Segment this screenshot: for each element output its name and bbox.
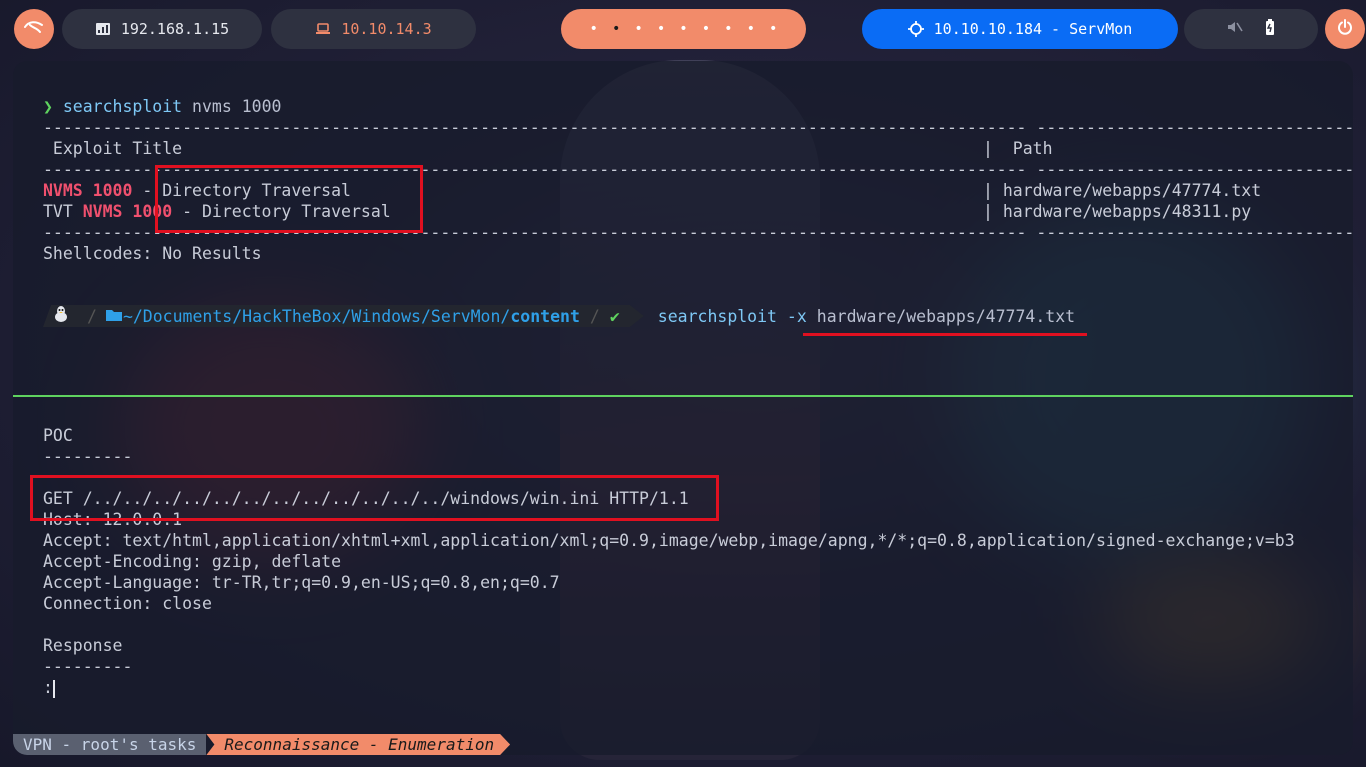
- monitor-icon: [95, 22, 111, 36]
- workspace-8[interactable]: •: [747, 21, 755, 37]
- poc-dashes: ---------: [43, 447, 133, 466]
- folder-icon: [105, 307, 123, 326]
- muted-speaker-icon[interactable]: [1227, 20, 1243, 38]
- command-name: searchsploit: [62, 97, 183, 116]
- crosshair-icon: [907, 21, 924, 37]
- workspace-4[interactable]: •: [657, 21, 665, 37]
- pager-prompt[interactable]: :: [43, 677, 55, 698]
- tux-icon: [53, 305, 69, 327]
- local-ip-pill: 192.168.1.15: [62, 9, 262, 49]
- text-cursor: [52, 679, 55, 698]
- power-button[interactable]: [1325, 9, 1365, 49]
- workspace-7[interactable]: •: [724, 21, 732, 37]
- highlight-box-request: [30, 475, 719, 521]
- terminal-window[interactable]: ❯ searchsploit nvms 1000 ---------------…: [13, 61, 1353, 755]
- segment-divider: /: [87, 306, 97, 326]
- header-title: Exploit Title: [43, 139, 183, 158]
- command-args: nvms 1000: [192, 97, 282, 116]
- encoding-line: Accept-Encoding: gzip, deflate: [43, 552, 342, 571]
- highlight-box-results: [155, 165, 423, 233]
- result-path-2: | hardware/webapps/48311.py: [983, 202, 1252, 221]
- kali-menu-button[interactable]: [14, 9, 54, 49]
- battery-icon[interactable]: [1265, 19, 1275, 39]
- status-check-icon: ✔: [609, 306, 620, 326]
- prompt-arrow: ❯: [43, 97, 53, 116]
- connection-line: Connection: close: [43, 594, 212, 613]
- window-name: Reconnaissance - Enumeration: [224, 735, 495, 754]
- accept-line: Accept: text/html,application/xhtml+xml,…: [43, 531, 1295, 550]
- command-2-arg: hardware/webapps/47774.txt: [816, 306, 1076, 326]
- row-match: NVMS 1000: [43, 181, 133, 200]
- prompt-os-segment: [43, 305, 77, 327]
- pane-divider: [13, 395, 1353, 397]
- shell-prompt: / ~/Documents/HackTheBox/Windows/ServMon…: [43, 304, 1075, 328]
- dashes-right: ---------------------------------: [1036, 118, 1353, 137]
- prompt-path-segment: / ~/Documents/HackTheBox/Windows/ServMon…: [77, 305, 630, 327]
- workspace-1[interactable]: •: [590, 21, 598, 37]
- result-path-1: | hardware/webapps/47774.txt: [983, 181, 1262, 200]
- underline-command-arg: [803, 333, 1087, 336]
- prompt-path: ~/Documents/HackTheBox/Windows/ServMon/: [122, 306, 511, 326]
- command-2: searchsploit -x: [657, 306, 807, 326]
- vpn-ip-pill: 10.10.14.3: [271, 9, 476, 49]
- language-line: Accept-Language: tr-TR,tr;q=0.9,en-US;q=…: [43, 573, 560, 592]
- active-window-tab[interactable]: Reconnaissance - Enumeration: [206, 734, 510, 755]
- workspace-2[interactable]: •: [612, 21, 620, 37]
- workspace-9[interactable]: •: [769, 21, 777, 37]
- segment-divider: /: [589, 306, 600, 326]
- header-path-col: | Path: [983, 138, 1053, 159]
- header-path: Path: [992, 139, 1053, 158]
- kali-dragon-icon: [24, 19, 44, 39]
- system-tray: [1184, 9, 1318, 49]
- response-dashes: ---------: [43, 657, 133, 676]
- workspace-5[interactable]: •: [679, 21, 687, 37]
- response-title: Response: [43, 636, 123, 655]
- row-prefix: TVT: [43, 202, 83, 221]
- top-bar: 192.168.1.15 10.10.14.3 • • • • • • • • …: [0, 9, 1366, 49]
- poc-title: POC: [43, 426, 73, 445]
- tmux-status-bar: VPN - root's tasks Reconnaissance - Enum…: [13, 734, 510, 755]
- separator-top: ----------------------------------------…: [43, 117, 1353, 138]
- header-separator: |: [983, 139, 993, 158]
- prompt-current-dir: content: [510, 306, 580, 326]
- dashes-right: ---------------------------------: [1036, 160, 1353, 179]
- local-ip-text: 192.168.1.15: [120, 20, 230, 38]
- workspace-switcher[interactable]: • • • • • • • • •: [561, 9, 806, 49]
- prompt-end-arrow: [629, 305, 644, 327]
- dashes-right: ---------------------------------: [1036, 223, 1353, 242]
- target-text: 10.10.10.184 - ServMon: [933, 20, 1133, 38]
- results-header: Exploit Title: [43, 138, 182, 159]
- workspace-6[interactable]: •: [702, 21, 710, 37]
- shellcodes-line: Shellcodes: No Results: [43, 244, 262, 263]
- session-name: VPN - root's tasks: [23, 735, 197, 754]
- laptop-icon: [315, 23, 331, 35]
- workspace-dots: • • • • • • • • •: [590, 21, 778, 37]
- pager-colon: :: [43, 678, 53, 697]
- command-line-1: ❯ searchsploit nvms 1000: [43, 96, 281, 117]
- session-segment[interactable]: VPN - root's tasks: [13, 734, 207, 755]
- target-pill: 10.10.10.184 - ServMon: [862, 9, 1178, 49]
- dashes-left: ----------------------------------------…: [43, 118, 1027, 137]
- power-icon: [1337, 19, 1353, 39]
- workspace-3[interactable]: •: [634, 21, 642, 37]
- vpn-ip-text: 10.10.14.3: [341, 20, 432, 38]
